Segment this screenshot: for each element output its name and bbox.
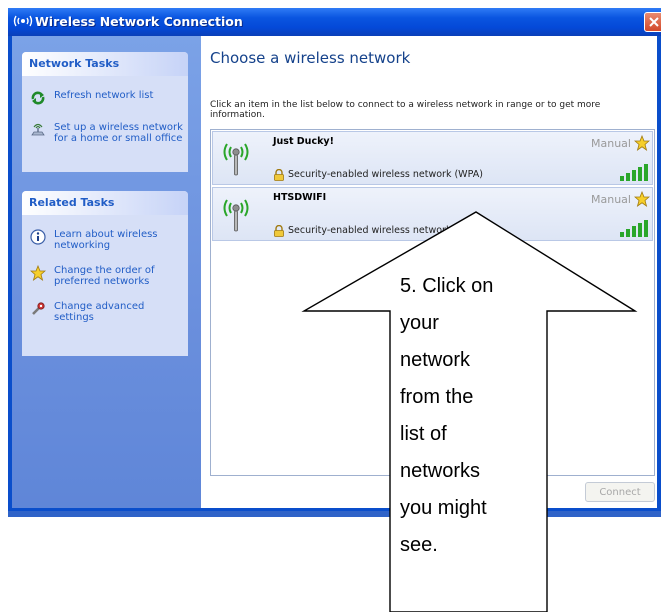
callout-line: you might <box>400 497 487 519</box>
callout-line: your <box>400 312 439 334</box>
callout-line: networks <box>400 460 481 482</box>
callout-line: see. <box>400 534 438 556</box>
callout-line: from the <box>400 386 474 408</box>
callout-line: 5. Click on <box>400 275 494 297</box>
callout-line: network <box>400 349 471 371</box>
callout-arrow <box>301 211 638 612</box>
callout-line: list of <box>400 423 447 445</box>
callout-instruction: 5. Click on your network from the list o… <box>400 268 530 564</box>
